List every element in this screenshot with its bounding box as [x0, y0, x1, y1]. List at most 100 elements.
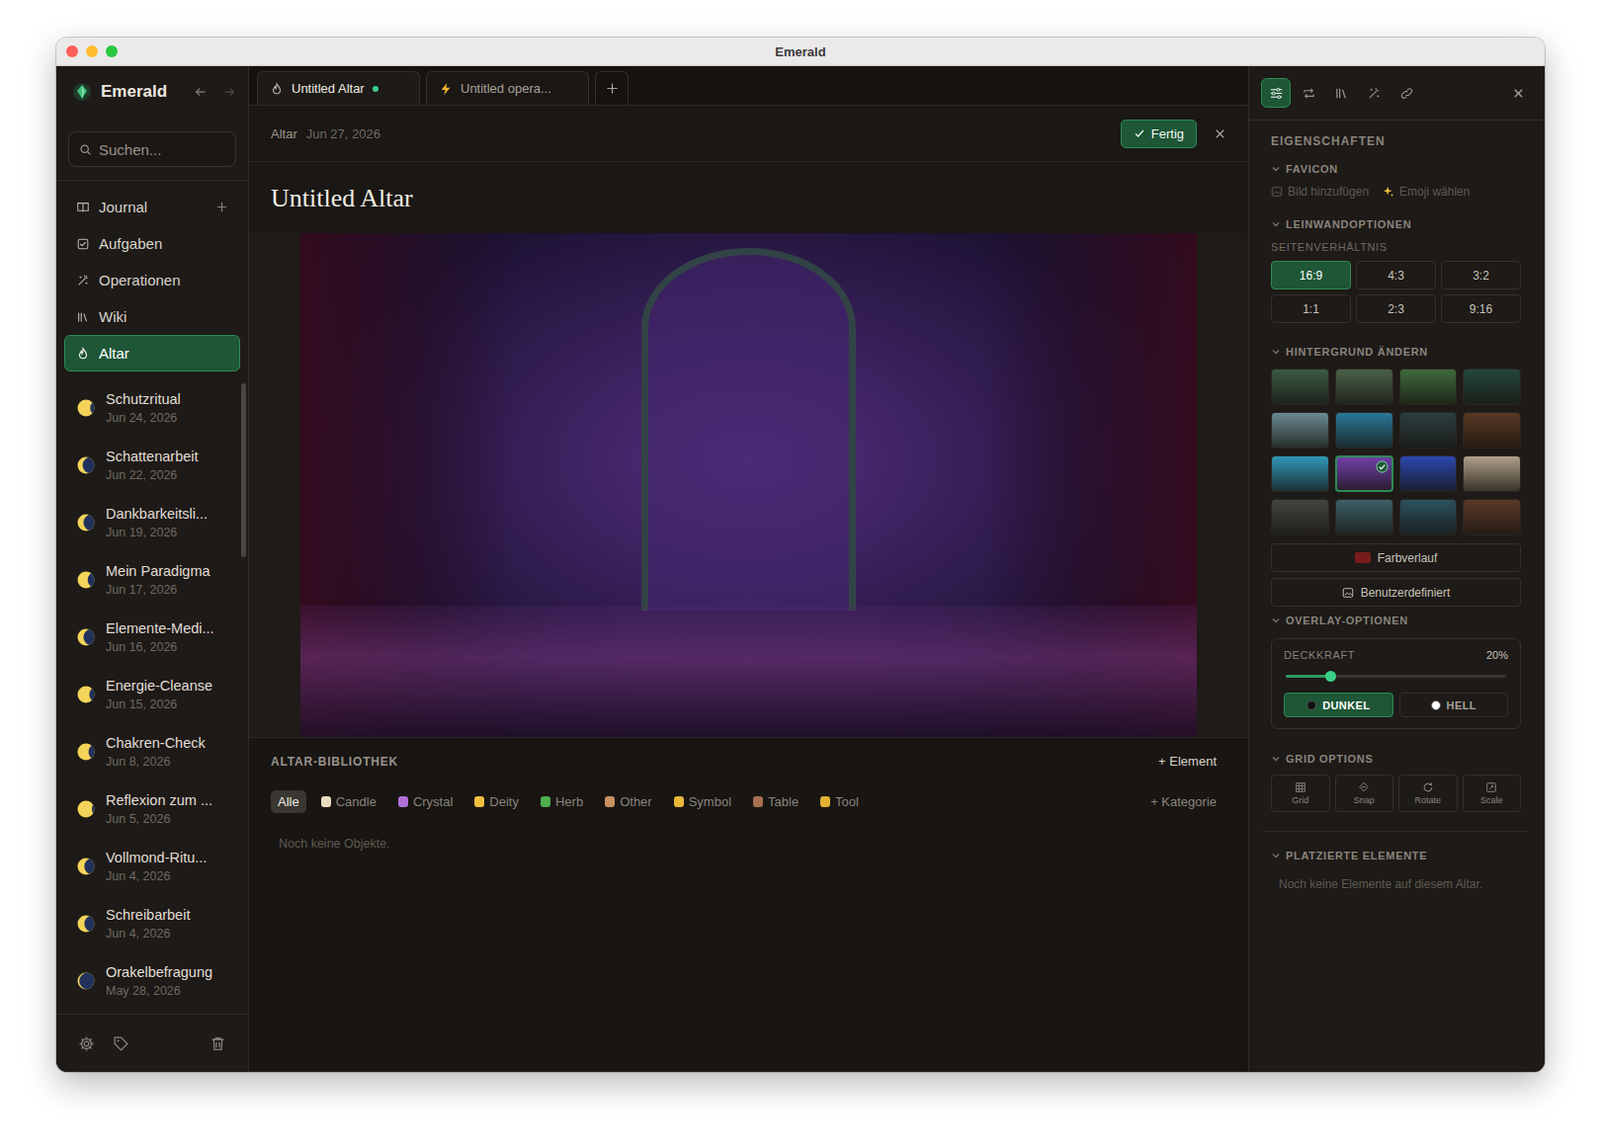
background-thumbnail[interactable] — [1335, 455, 1394, 493]
back-arrow-icon[interactable] — [193, 84, 208, 99]
entry-item[interactable]: Energie-Cleanse Jun 15, 2026 — [56, 666, 249, 724]
trash-icon[interactable] — [209, 1035, 227, 1053]
background-thumbnail[interactable] — [1462, 455, 1521, 493]
background-thumbnail[interactable] — [1462, 499, 1521, 536]
nav-item[interactable]: Aufgaben — [64, 225, 241, 262]
background-thumbnail[interactable] — [1335, 412, 1394, 449]
category-chip[interactable]: Herb — [533, 790, 590, 814]
panel-tool-button[interactable] — [1391, 78, 1422, 108]
aspect-ratio-button[interactable]: 16:9 — [1270, 260, 1351, 290]
minimize-window-button[interactable] — [85, 45, 98, 58]
grid-option-button[interactable]: Scale — [1462, 774, 1522, 813]
forward-arrow-icon[interactable] — [222, 84, 237, 99]
repeat-icon — [1301, 85, 1317, 101]
nav-item[interactable]: Operationen — [64, 261, 241, 299]
background-thumbnail[interactable] — [1270, 368, 1330, 406]
aspect-ratio-button[interactable]: 2:3 — [1355, 294, 1436, 324]
add-category-button[interactable]: + Kategorie — [1150, 794, 1217, 810]
entry-item[interactable]: Vollmond-Ritu... Jun 4, 2026 — [56, 838, 249, 896]
category-chip[interactable]: Tool — [813, 790, 866, 814]
panel-tool-button[interactable] — [1326, 78, 1356, 108]
settings-gear-icon[interactable] — [78, 1035, 95, 1053]
background-thumbnail[interactable] — [1335, 368, 1394, 406]
grid-option-button[interactable]: Snap — [1335, 774, 1395, 813]
aspect-ratio-button[interactable]: 4:3 — [1355, 260, 1436, 290]
entry-item[interactable]: Schattenarbeit Jun 22, 2026 — [56, 436, 249, 495]
background-thumbnail[interactable] — [1270, 455, 1330, 493]
panel-tool-button[interactable] — [1261, 78, 1291, 108]
new-tab-button[interactable] — [594, 71, 629, 105]
background-thumbnail[interactable] — [1270, 499, 1330, 536]
entry-item[interactable]: Chakren-Check Jun 8, 2026 — [56, 723, 249, 781]
entry-item[interactable]: Reflexion zum ... Jun 5, 2026 — [56, 780, 249, 839]
category-chip[interactable]: Symbol — [667, 790, 739, 814]
slider-thumb[interactable] — [1325, 671, 1337, 682]
panel-tool-button[interactable] — [1358, 78, 1389, 108]
chevron-icon — [1270, 219, 1281, 230]
background-thumbnail[interactable] — [1399, 368, 1458, 406]
zoom-window-button[interactable] — [105, 45, 118, 58]
background-thumbnail[interactable] — [1462, 412, 1521, 449]
done-button-label: Fertig — [1151, 126, 1184, 142]
entry-item[interactable]: Schreibarbeit Jun 4, 2026 — [56, 895, 249, 953]
aspect-ratio-button[interactable]: 3:2 — [1440, 260, 1521, 290]
aspect-ratio-button[interactable]: 9:16 — [1440, 294, 1521, 324]
category-chip[interactable]: Crystal — [391, 790, 460, 814]
category-chip[interactable]: Candle — [314, 790, 384, 814]
entry-item[interactable]: Elemente-Medi... Jun 16, 2026 — [56, 608, 249, 667]
background-thumbnail[interactable] — [1399, 455, 1458, 493]
entry-item[interactable]: Schutzritual Jun 24, 2026 — [56, 379, 249, 437]
search-field[interactable] — [68, 131, 237, 168]
category-chip[interactable]: Other — [597, 790, 660, 814]
section-header[interactable]: PLATZIERTE ELEMENTE — [1270, 847, 1521, 864]
background-thumbnail[interactable] — [1270, 412, 1330, 449]
altar-canvas[interactable] — [249, 233, 1249, 739]
category-chip[interactable]: Deity — [467, 790, 526, 814]
aspect-ratio-button[interactable]: 1:1 — [1270, 294, 1351, 324]
choose-emoji-button[interactable]: Emoji wählen — [1382, 184, 1470, 199]
section-header[interactable]: HINTERGRUND ÄNDERN — [1270, 343, 1521, 360]
search-input[interactable] — [98, 141, 226, 159]
grid-option-button[interactable]: Grid — [1270, 774, 1331, 813]
sidebar-scrollbar[interactable] — [241, 383, 247, 558]
entry-item[interactable]: Mein Paradigma Jun 17, 2026 — [56, 551, 249, 609]
nav-item[interactable]: Wiki — [64, 298, 241, 336]
nav-item[interactable]: Journal — [64, 188, 241, 226]
opacity-slider[interactable] — [1285, 674, 1507, 678]
background-thumbnail[interactable] — [1399, 499, 1458, 536]
window-title: Emerald — [774, 44, 826, 60]
background-thumbnail[interactable] — [1399, 412, 1458, 449]
tag-icon[interactable] — [112, 1035, 130, 1053]
add-image-button[interactable]: Bild hinzufügen — [1270, 184, 1369, 199]
section-header[interactable]: OVERLAY-OPTIONEN — [1270, 612, 1521, 629]
close-panel-icon[interactable] — [1512, 86, 1525, 100]
section-header[interactable]: FAVICON — [1270, 161, 1521, 177]
overlay-mode-button[interactable]: DUNKEL — [1283, 692, 1394, 718]
category-chip[interactable]: Table — [746, 790, 806, 814]
opacity-row: DECKKRAFT 20% — [1283, 649, 1509, 662]
tab[interactable]: Untitled Altar — [256, 71, 421, 105]
section-header[interactable]: LEINWANDOPTIONEN — [1270, 216, 1521, 233]
panel-tool-button[interactable] — [1293, 78, 1324, 108]
choose-emoji-label: Emoji wählen — [1399, 184, 1470, 199]
tab[interactable]: Untitled opera... — [425, 71, 590, 105]
overlay-mode-button[interactable]: HELL — [1399, 692, 1510, 718]
gradient-button[interactable]: Farbverlauf — [1270, 543, 1521, 573]
custom-background-button[interactable]: Benutzerdefiniert — [1270, 578, 1521, 607]
nav-item[interactable]: Altar — [64, 335, 241, 372]
background-thumbnail[interactable] — [1335, 499, 1394, 536]
entry-item[interactable]: Dankbarkeitsli... Jun 19, 2026 — [56, 494, 249, 552]
add-journal-plus-icon[interactable] — [215, 200, 229, 214]
grid-option-button[interactable]: Rotate — [1398, 774, 1458, 813]
entry-item[interactable]: Orakelbefragung May 28, 2026 — [56, 952, 249, 1011]
done-button[interactable]: Fertig — [1120, 119, 1197, 149]
section-header[interactable]: GRID OPTIONS — [1270, 751, 1521, 767]
breadcrumb[interactable]: Altar — [270, 126, 298, 142]
document-title[interactable]: Untitled Altar — [249, 162, 1249, 234]
close-icon[interactable] — [1213, 127, 1227, 141]
category-chip[interactable]: Alle — [270, 790, 307, 814]
add-element-button[interactable]: + Element — [1158, 754, 1217, 769]
close-window-button[interactable] — [66, 45, 79, 58]
desktop: Emerald Emerald Journal Aufgaben Operati… — [0, 0, 1600, 1147]
background-thumbnail[interactable] — [1462, 368, 1521, 406]
